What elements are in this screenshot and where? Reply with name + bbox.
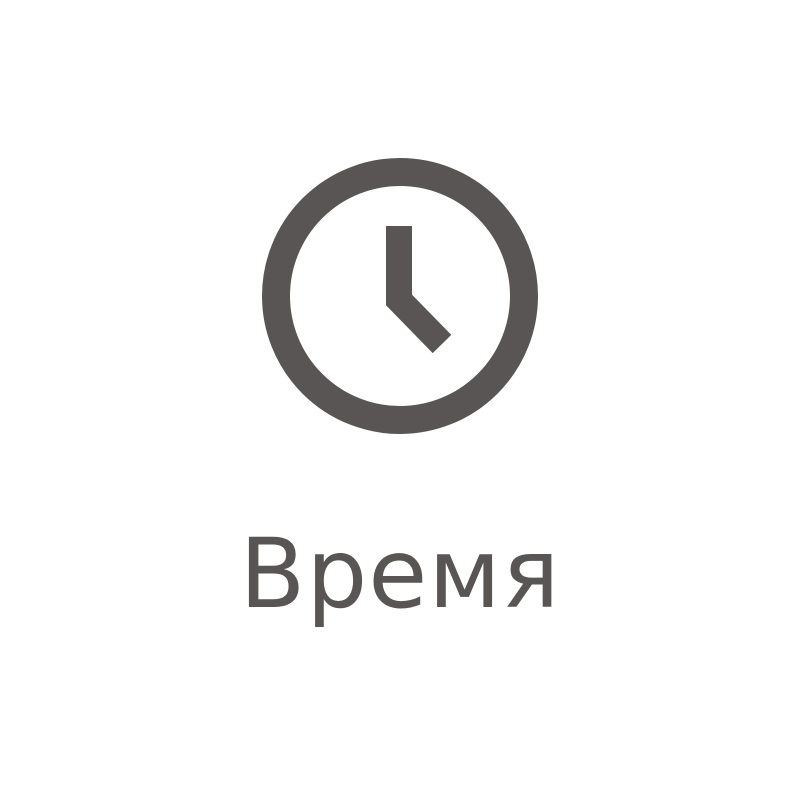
time-tile[interactable]: Время (0, 0, 800, 800)
tile-label: Время (239, 518, 561, 630)
clock-icon (252, 148, 548, 444)
